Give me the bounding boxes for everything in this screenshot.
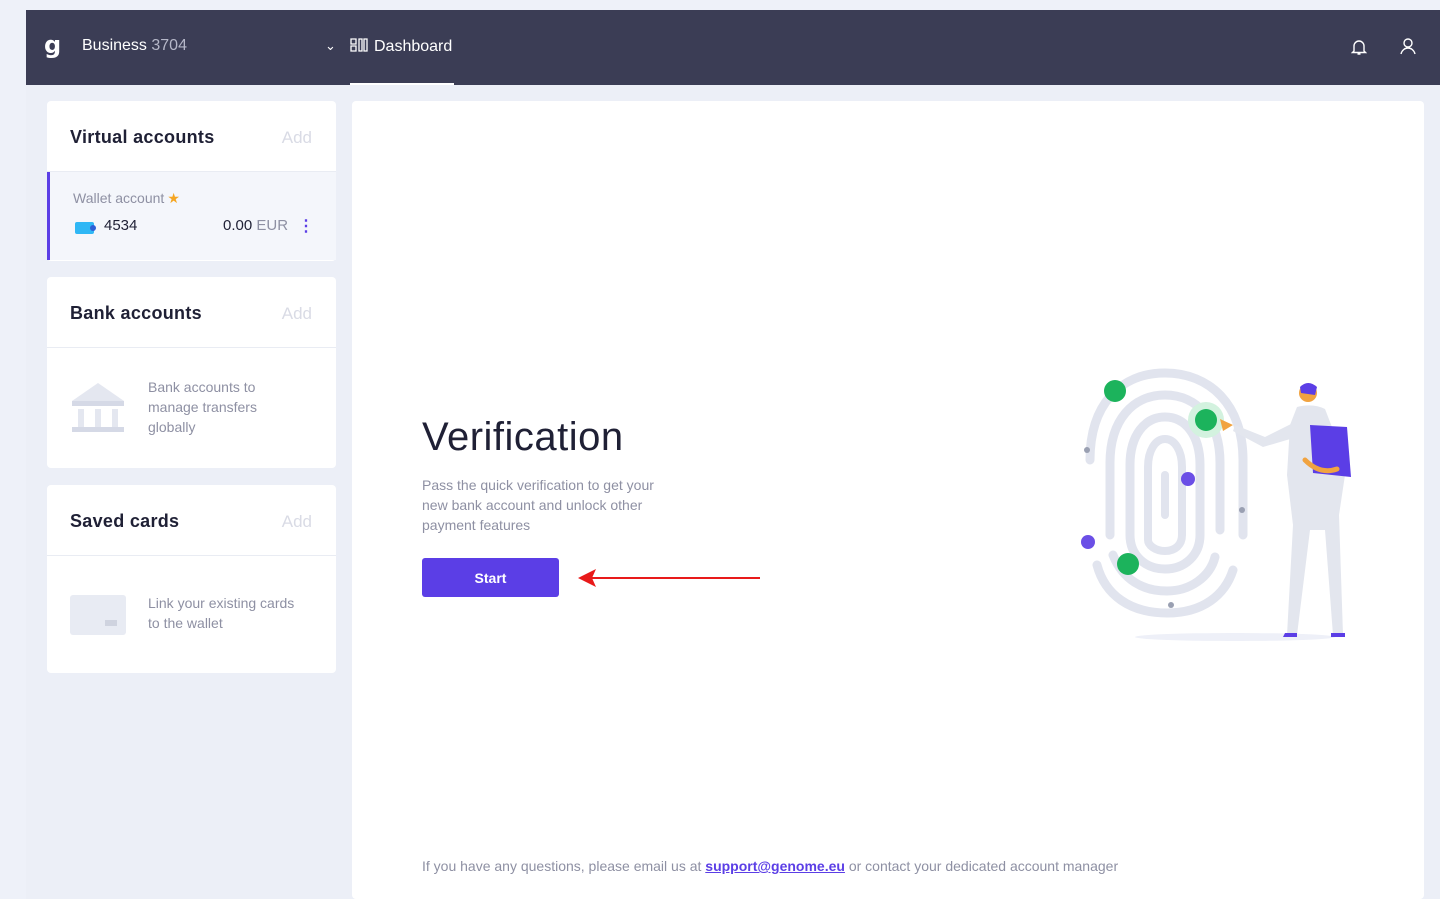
wallet-balance-row: 0.00 EUR <box>223 217 288 234</box>
wallet-currency: EUR <box>256 217 289 234</box>
top-bar <box>26 10 1440 85</box>
verification-description: Pass the quick verification to get your … <box>422 477 654 533</box>
dashboard-icon <box>350 38 368 52</box>
bank-accounts-title: Bank accounts <box>70 303 202 323</box>
saved-cards-empty-text: Link your existing cards to the wallet <box>148 595 295 631</box>
virtual-accounts-card: Virtual accounts Add Wallet account ★ 453… <box>47 101 336 261</box>
kebab-menu-icon[interactable]: ⋮ <box>298 216 314 236</box>
flag-icon <box>75 222 96 234</box>
fingerprint-illustration <box>1081 368 1351 641</box>
red-arrow-annotation <box>578 569 760 587</box>
footer-text-after: or contact your dedicated account manage… <box>844 858 1119 874</box>
user-icon[interactable] <box>1399 37 1417 55</box>
wallet-label: Wallet account <box>73 190 165 206</box>
bank-accounts-header: Bank accounts Add <box>47 277 336 348</box>
verification-title: Verification <box>422 415 624 459</box>
card-icon <box>70 595 126 635</box>
wallet-account-number: 4534 <box>104 217 138 234</box>
wallet-balance: 0.00 <box>223 217 253 234</box>
virtual-accounts-title: Virtual accounts <box>70 127 215 147</box>
tab-dashboard-label: Dashboard <box>374 38 453 55</box>
add-saved-card-button[interactable]: Add <box>282 512 312 532</box>
support-email-link[interactable]: support@genome.eu <box>705 858 845 874</box>
start-button[interactable]: Start <box>422 558 559 597</box>
business-number: 3704 <box>151 37 187 54</box>
star-icon: ★ <box>167 190 180 206</box>
footer-text-before: If you have any questions, please email … <box>422 858 706 874</box>
add-bank-account-button[interactable]: Add <box>282 304 312 324</box>
bank-accounts-card: Bank accounts Add Bank accounts to manag… <box>47 277 336 468</box>
tab-dashboard[interactable]: Dashboard <box>350 37 452 56</box>
virtual-accounts-header: Virtual accounts Add <box>47 101 336 172</box>
add-virtual-account-button[interactable]: Add <box>282 128 312 148</box>
chevron-down-icon[interactable]: ⌄ <box>325 38 336 54</box>
saved-cards-card: Saved cards Add Link your existing cards… <box>47 485 336 673</box>
footer-note: If you have any questions, please email … <box>422 858 1118 874</box>
wallet-label-row: Wallet account ★ <box>73 190 180 207</box>
saved-cards-header: Saved cards Add <box>47 485 336 556</box>
wallet-account-item[interactable]: Wallet account ★ 4534 0.00 EUR ⋮ <box>47 172 336 260</box>
genome-logo-icon[interactable]: g <box>44 33 61 57</box>
bank-accounts-empty-text: Bank accounts to manage transfers global… <box>148 379 257 435</box>
bank-icon <box>72 383 124 432</box>
saved-cards-title: Saved cards <box>70 511 180 531</box>
bell-icon[interactable] <box>1351 38 1367 56</box>
active-tab-indicator <box>350 83 454 85</box>
business-selector[interactable]: Business 3704 <box>82 37 187 55</box>
business-label: Business <box>82 37 147 54</box>
